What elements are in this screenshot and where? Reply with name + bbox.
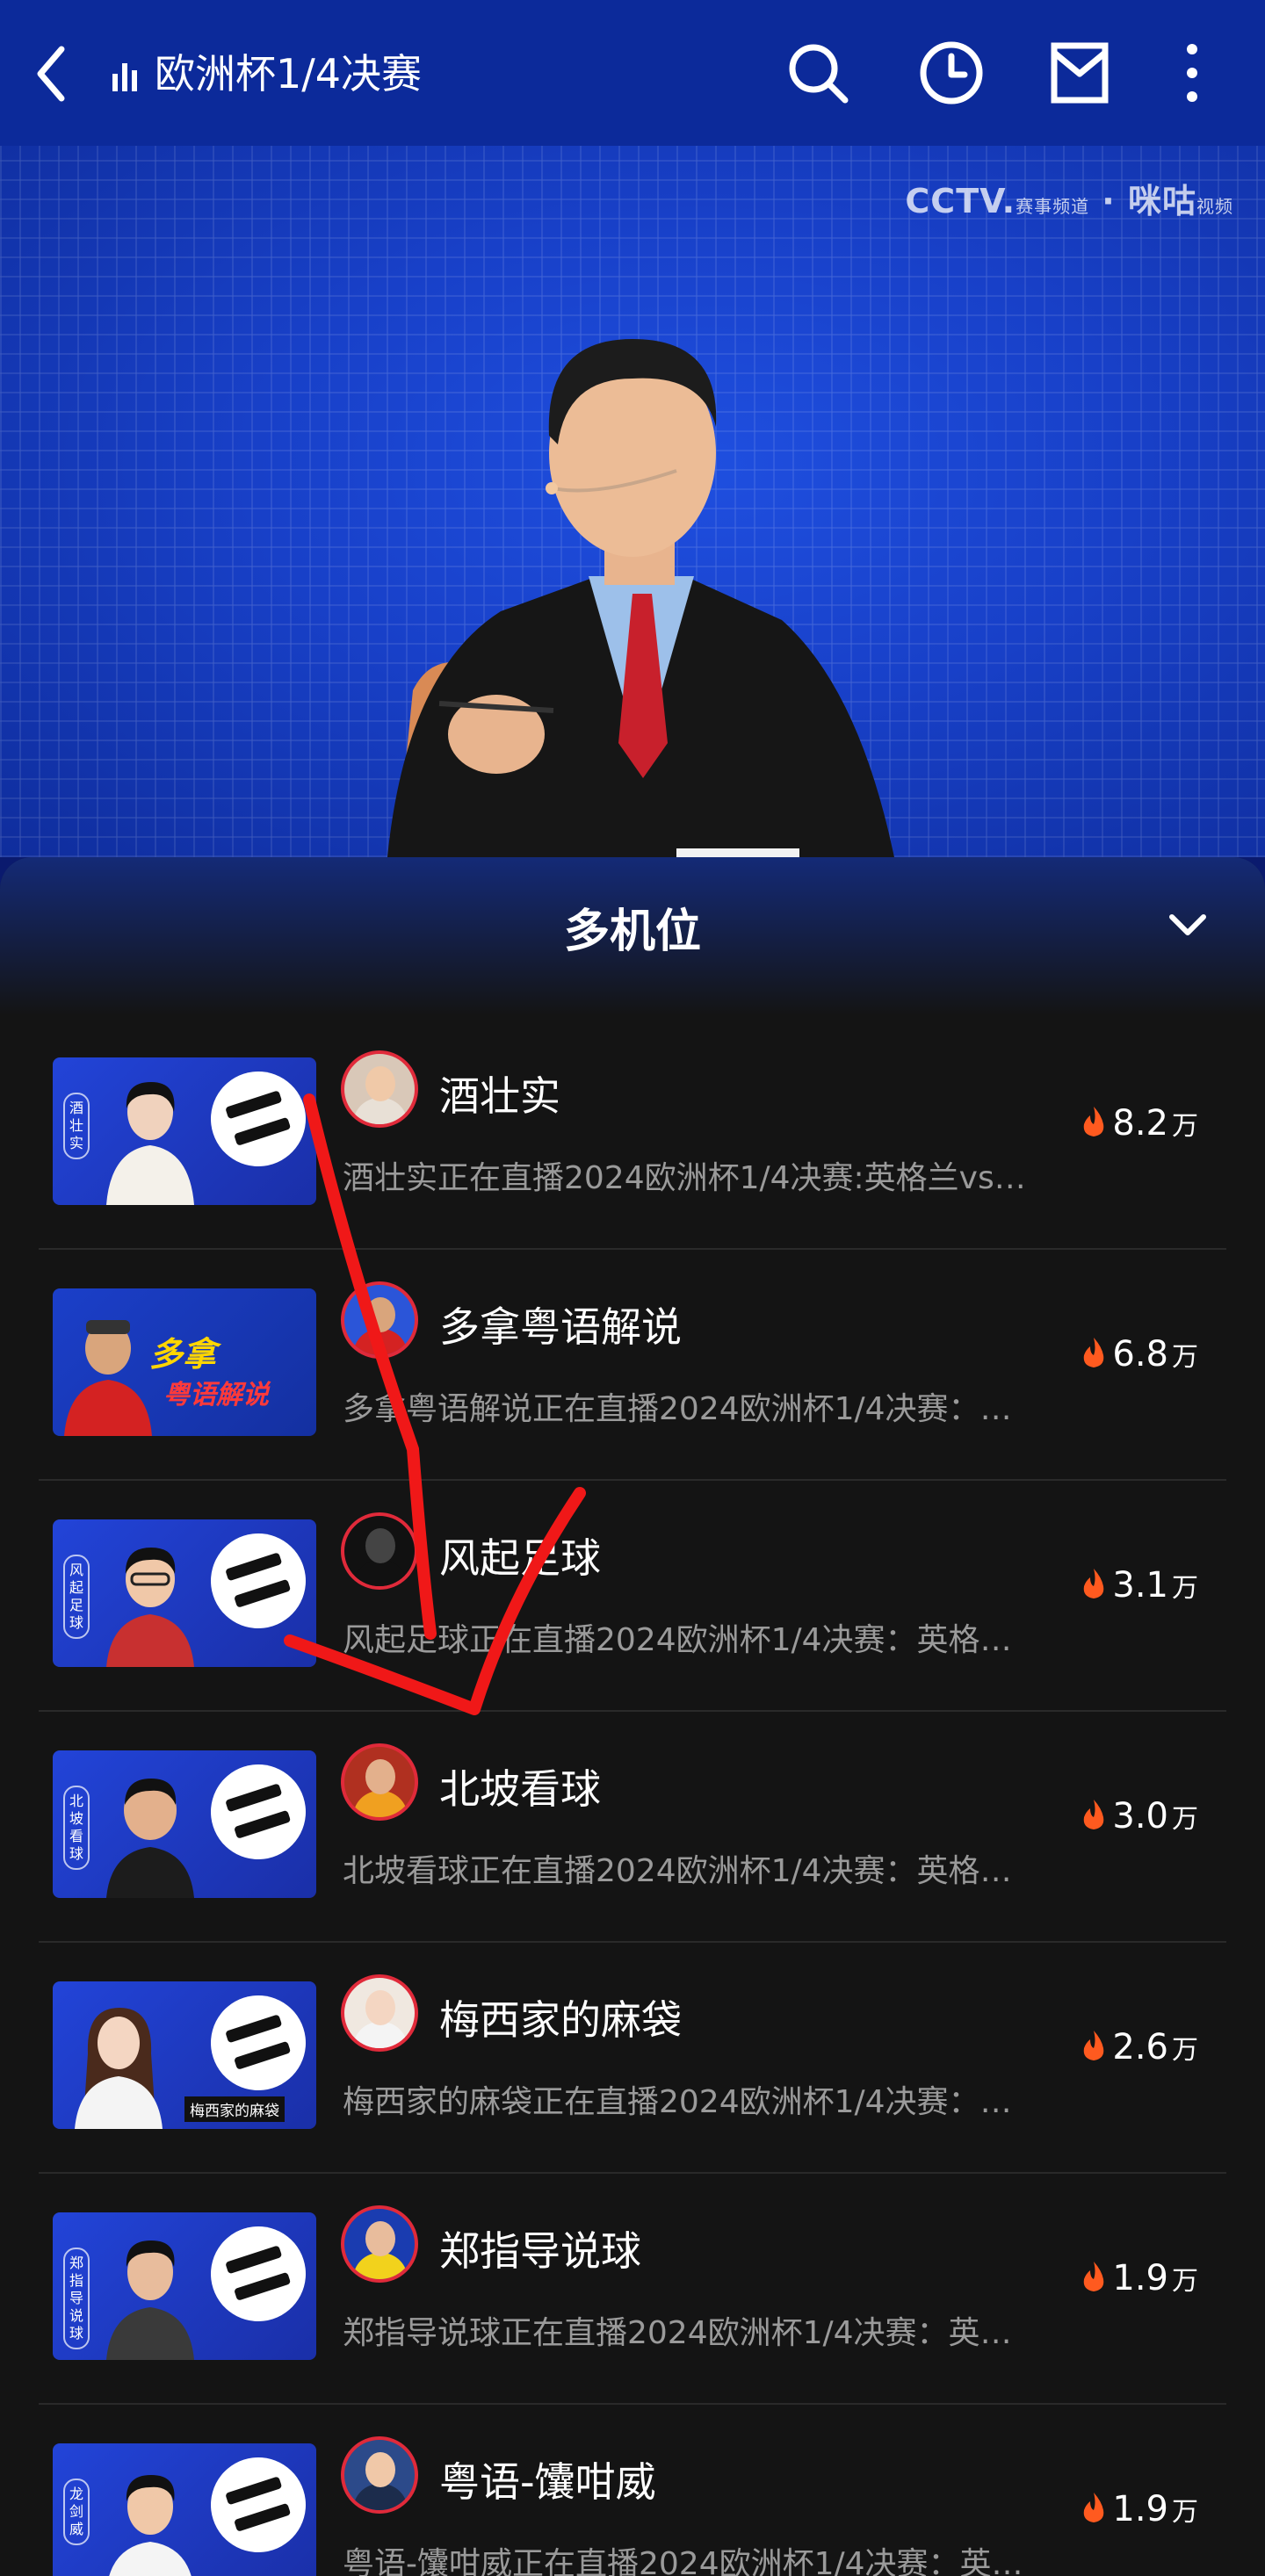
host-figure [64,1320,152,1436]
channel-logo-icon [198,2444,316,2565]
thumbnail-side-label: 郑指导说球 [63,2248,90,2349]
host-figure [106,1779,194,1898]
flame-icon [1084,1107,1104,1136]
list-item[interactable]: 多拿 粤语解说 多拿粤语解说 多拿粤语解说正在直播2024欧洲杯1/4决赛：英格… [39,1250,1226,1481]
thumbnail-banner: 多拿 [149,1335,217,1374]
heat-count: 6.8 万 [1081,1334,1198,1375]
stream-description: 梅西家的麻袋正在直播2024欧洲杯1/4决赛：英格兰vs瑞士 [343,2084,1028,2120]
stream-thumbnail[interactable]: 多拿 粤语解说 [53,1288,316,1436]
stream-thumbnail[interactable]: 梅西家的麻袋 [53,1981,316,2129]
stream-thumbnail[interactable]: 风起足球 [53,1519,316,1667]
avatar[interactable] [341,2436,418,2514]
streamer-name: 北坡看球 [439,1765,601,1813]
streamer-name: 多拿粤语解说 [439,1303,682,1351]
channel-logo-icon [198,2213,316,2334]
sheet-title: 多机位 [563,906,701,958]
channel-logo-icon [198,1058,316,1180]
streamer-name: 郑指导说球 [439,2227,641,2275]
list-item[interactable]: 北坡看球 北坡看球 北坡看球正在直播2024欧洲杯1/4决赛：英格兰vs瑞士 3… [39,1712,1226,1943]
flame-icon [1084,2493,1104,2522]
streamer-name: 酒壮实 [439,1072,560,1120]
host-figure [106,2240,194,2360]
list-item[interactable]: 郑指导说球 郑指导说球 郑指导说球正在直播2024欧洲杯1/4决赛：英格兰vs瑞… [39,2174,1226,2405]
thumbnail-side-label: 酒壮实 [63,1093,90,1159]
stream-thumbnail[interactable]: 龙剑威 [53,2443,316,2576]
stream-description: 北坡看球正在直播2024欧洲杯1/4决赛：英格兰vs瑞士 [343,1853,1028,1889]
list-item[interactable]: 风起足球 风起足球 风起足球正在直播2024欧洲杯1/4决赛：英格兰vs瑞士 3… [39,1481,1226,1712]
stream-thumbnail[interactable]: 郑指导说球 [53,2212,316,2360]
heat-count: 1.9 万 [1081,2489,1198,2529]
host-figure [106,1548,194,1667]
more-icon[interactable] [1154,35,1230,111]
avatar[interactable] [341,1512,418,1590]
avatar[interactable] [341,1050,418,1128]
multi-camera-sheet: 多机位 酒壮实 酒壮实 酒壮实正在直播2024欧洲杯1/4决赛:英格兰vs瑞士 … [0,857,1265,2576]
stream-description: 郑指导说球正在直播2024欧洲杯1/4决赛：英格兰vs瑞士 [343,2315,1028,2351]
channel-logo-icon [198,1982,316,2103]
streamer-name: 粤语-馕咁威 [439,2458,656,2506]
heat-count: 3.0 万 [1081,1796,1198,1836]
avatar[interactable] [341,1743,418,1821]
heat-count: 3.1 万 [1081,1565,1198,1605]
stream-thumbnail[interactable]: 北坡看球 [53,1750,316,1898]
page-title[interactable]: 欧洲杯1/4决赛 [155,46,422,102]
host-figure [106,1082,194,1205]
thumbnail-side-label: 风起足球 [63,1555,90,1639]
presenter-figure [387,339,894,857]
stream-thumbnail[interactable]: 酒壮实 [53,1057,316,1205]
flame-icon [1084,2262,1104,2291]
heat-count: 8.2 万 [1081,1103,1198,1144]
host-figure [109,2475,192,2576]
avatar[interactable] [341,1974,418,2052]
stream-description: 酒壮实正在直播2024欧洲杯1/4决赛:英格兰vs瑞士 [343,1160,1028,1196]
thumbnail-caption: 梅西家的麻袋 [184,2096,285,2122]
thumbnail-side-label: 龙剑威 [63,2479,90,2545]
avatar[interactable] [341,1281,418,1359]
heat-count: 1.9 万 [1081,2258,1198,2298]
channel-logo-icon [198,1751,316,1872]
flame-icon [1084,1569,1104,1598]
host-figure [75,2008,163,2129]
stream-list: 酒壮实 酒壮实 酒壮实正在直播2024欧洲杯1/4决赛:英格兰vs瑞士 8.2 万… [39,1019,1226,2576]
list-item[interactable]: 酒壮实 酒壮实 酒壮实正在直播2024欧洲杯1/4决赛:英格兰vs瑞士 8.2 万 [39,1019,1226,1250]
thumbnail-banner-sub: 粤语解说 [163,1380,269,1411]
flame-icon [1084,1800,1104,1829]
list-item[interactable]: 梅西家的麻袋 梅西家的麻袋 梅西家的麻袋正在直播2024欧洲杯1/4决赛：英格兰… [39,1943,1226,2174]
search-icon[interactable] [780,35,856,111]
bar-chart-icon [112,63,137,91]
streamer-name: 风起足球 [439,1534,601,1582]
bookmark-icon[interactable] [1042,35,1117,111]
stream-description: 风起足球正在直播2024欧洲杯1/4决赛：英格兰vs瑞士 [343,1622,1028,1658]
stream-description: 粤语-馕咁威正在直播2024欧洲杯1/4决赛：英格兰vs瑞士 [343,2546,1028,2576]
back-arrow-icon[interactable] [28,39,81,109]
chevron-down-icon[interactable] [1163,899,1212,949]
video-player[interactable]: CCTV.赛事频道 · 咪咕视频 [0,146,1265,857]
channel-logo-icon [198,1520,316,1642]
thumbnail-side-label: 北坡看球 [63,1786,90,1870]
avatar[interactable] [341,2205,418,2283]
streamer-name: 梅西家的麻袋 [439,1996,682,2044]
stream-description: 多拿粤语解说正在直播2024欧洲杯1/4决赛：英格兰vs瑞士 [343,1391,1028,1427]
heat-count: 2.6 万 [1081,2027,1198,2067]
top-bar: 欧洲杯1/4决赛 [0,0,1265,146]
history-icon[interactable] [914,35,989,111]
flame-icon [1084,2031,1104,2060]
flame-icon [1084,1338,1104,1367]
list-item[interactable]: 龙剑威 粤语-馕咁威 粤语-馕咁威正在直播2024欧洲杯1/4决赛：英格兰vs瑞… [39,2405,1226,2576]
